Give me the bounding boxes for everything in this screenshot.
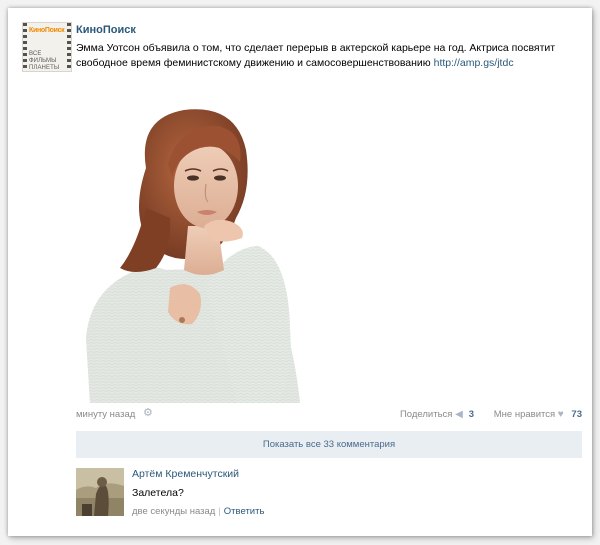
like-count: 73 <box>571 409 582 420</box>
show-all-comments-button[interactable]: Показать все 33 комментария <box>76 431 582 458</box>
post-author-link[interactable]: КиноПоиск <box>76 24 136 36</box>
community-avatar[interactable]: КиноПоиск ВСЕ ФИЛЬМЫ ПЛАНЕТЫ <box>22 22 72 72</box>
commenter-avatar[interactable] <box>76 468 124 516</box>
film-strip-left <box>23 23 27 71</box>
share-label: Поделиться <box>399 409 453 420</box>
megaphone-icon: ◀ <box>455 409 463 420</box>
comment: Артём Кременчутский Залетела? две секунд… <box>76 466 582 526</box>
comment-time[interactable]: две секунды назад <box>132 506 215 517</box>
comment-text: Залетела? <box>132 487 184 499</box>
avatar-tagline: ВСЕ ФИЛЬМЫ ПЛАНЕТЫ <box>29 51 67 71</box>
avatar-tagline-line: ФИЛЬМЫ <box>29 58 57 64</box>
avatar-logo-text: КиноПоиск <box>29 27 65 34</box>
share-count: 3 <box>468 409 474 420</box>
post-photo[interactable] <box>76 98 316 403</box>
film-strip-right <box>67 23 71 71</box>
wall-post-card: КиноПоиск ВСЕ ФИЛЬМЫ ПЛАНЕТЫ КиноПоиск Э… <box>8 8 592 536</box>
comment-author-link[interactable]: Артём Кременчутский <box>132 468 239 480</box>
like-button[interactable]: Мне нравится ♥ 73 <box>494 409 582 420</box>
commenter-photo <box>76 468 124 516</box>
post-time[interactable]: минуту назад <box>76 409 135 420</box>
reply-link[interactable]: Ответить <box>224 506 265 517</box>
comment-meta-separator: | <box>218 506 221 517</box>
comment-meta: две секунды назад | Ответить <box>132 506 264 517</box>
post-meta-bar: минуту назад ⚙ Поделиться ◀ 3 Мне нравит… <box>76 407 582 423</box>
woman-portrait-image <box>76 98 316 403</box>
gear-icon[interactable]: ⚙ <box>143 408 154 419</box>
like-label: Мне нравится <box>493 409 556 420</box>
share-button[interactable]: Поделиться ◀ 3 <box>400 409 474 420</box>
post-text: Эмма Уотсон объявила о том, что сделает … <box>76 41 576 71</box>
heart-icon: ♥ <box>557 409 564 420</box>
avatar-tagline-line: ВСЕ <box>29 51 42 57</box>
post-link[interactable]: http://amp.gs/jtdc <box>434 57 514 69</box>
avatar-tagline-line: ПЛАНЕТЫ <box>29 65 60 71</box>
